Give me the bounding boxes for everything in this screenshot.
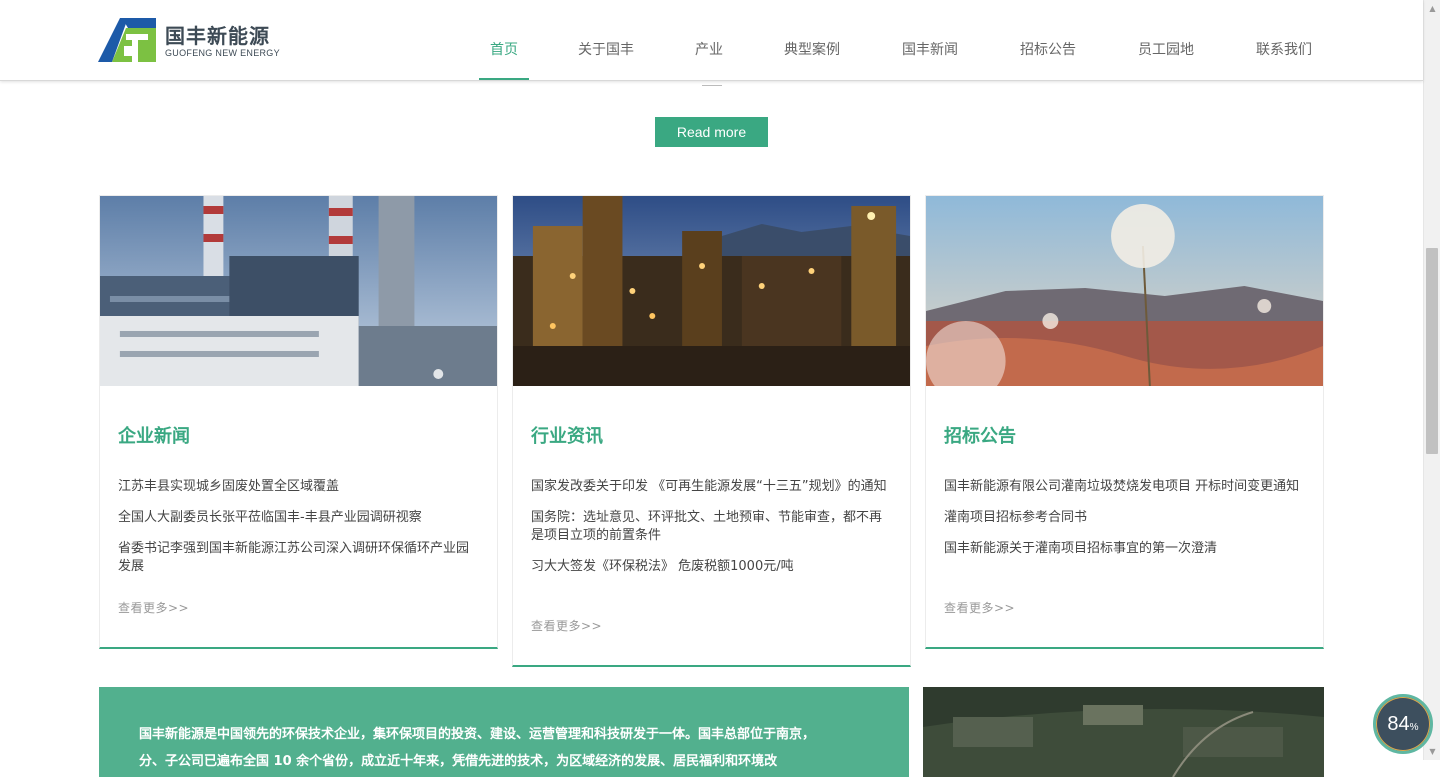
news-item[interactable]: 江苏丰县实现城乡固废处置全区域覆盖 [118, 478, 480, 496]
nav-about[interactable]: 关于国丰 [566, 0, 646, 80]
page-scrollbar[interactable]: ▲ ▼ [1423, 0, 1440, 760]
scroll-down-arrow-icon[interactable]: ▼ [1424, 743, 1440, 760]
news-item[interactable]: 习大大签发《环保税法》 危废税额1000元/吨 [531, 558, 893, 576]
news-item[interactable]: 全国人大副委员长张平莅临国丰-丰县产业园调研视察 [118, 509, 480, 527]
read-more-button[interactable]: Read more [655, 117, 768, 147]
dandelion-image[interactable] [926, 196, 1323, 386]
scroll-up-arrow-icon[interactable]: ▲ [1424, 0, 1440, 17]
more-link[interactable]: 查看更多>> [531, 617, 602, 634]
more-link[interactable]: 查看更多>> [118, 599, 189, 616]
nav-industry[interactable]: 产业 [684, 0, 734, 80]
scrollbar-thumb[interactable] [1426, 248, 1438, 454]
news-item[interactable]: 国家发改委关于印发 《可再生能源发展“十三五”规划》的通知 [531, 478, 893, 496]
news-list: 江苏丰县实现城乡固废处置全区域覆盖 全国人大副委员长张平莅临国丰-丰县产业园调研… [118, 478, 480, 589]
nav-staff[interactable]: 员工园地 [1126, 0, 1206, 80]
speed-value: 84 [1387, 713, 1410, 735]
plant-aerial-image [923, 687, 1324, 777]
card-title[interactable]: 企业新闻 [118, 422, 190, 448]
nav-home[interactable]: 首页 [479, 0, 529, 80]
site-header: 国丰新能源 GUOFENG NEW ENERGY 首页 关于国丰 产业 典型案例… [0, 0, 1423, 81]
nav-news[interactable]: 国丰新闻 [890, 0, 970, 80]
news-item[interactable]: 国务院：选址意见、环评批文、土地预审、节能审查，都不再是项目立项的前置条件 [531, 509, 893, 545]
news-item[interactable]: 灌南项目招标参考合同书 [944, 509, 1306, 527]
news-card-company: 企业新闻 江苏丰县实现城乡固废处置全区域覆盖 全国人大副委员长张平莅临国丰-丰县… [99, 195, 498, 649]
news-card-industry: 行业资讯 国家发改委关于印发 《可再生能源发展“十三五”规划》的通知 国务院：选… [512, 195, 911, 667]
news-list: 国家发改委关于印发 《可再生能源发展“十三五”规划》的通知 国务院：选址意见、环… [531, 478, 893, 589]
speed-badge[interactable]: 84% [1373, 694, 1433, 754]
more-link[interactable]: 查看更多>> [944, 599, 1015, 616]
card-title[interactable]: 招标公告 [944, 422, 1016, 448]
industrial-night-image[interactable] [513, 196, 910, 386]
news-item[interactable]: 国丰新能源有限公司灌南垃圾焚烧发电项目 开标时间变更通知 [944, 478, 1306, 496]
card-title[interactable]: 行业资讯 [531, 422, 603, 448]
nav-tenders[interactable]: 招标公告 [1008, 0, 1088, 80]
about-section: 国丰新能源是中国领先的环保技术企业，集环保项目的投资、建设、运营管理和科技研发于… [99, 687, 909, 777]
news-list: 国丰新能源有限公司灌南垃圾焚烧发电项目 开标时间变更通知 灌南项目招标参考合同书… [944, 478, 1306, 571]
divider-line [702, 85, 722, 86]
logo-english-name: GUOFENG NEW ENERGY [165, 48, 280, 58]
logo-chinese-name: 国丰新能源 [165, 24, 270, 48]
power-plant-image[interactable] [100, 196, 497, 386]
about-text: 国丰新能源是中国领先的环保技术企业，集环保项目的投资、建设、运营管理和科技研发于… [139, 727, 816, 769]
guofeng-logo-icon [98, 18, 156, 62]
news-item[interactable]: 国丰新能源关于灌南项目招标事宜的第一次澄清 [944, 540, 1306, 558]
news-card-tenders: 招标公告 国丰新能源有限公司灌南垃圾焚烧发电项目 开标时间变更通知 灌南项目招标… [925, 195, 1324, 649]
nav-contact[interactable]: 联系我们 [1244, 0, 1324, 80]
speed-unit: % [1409, 722, 1419, 733]
site-logo[interactable]: 国丰新能源 GUOFENG NEW ENERGY [98, 16, 288, 64]
news-item[interactable]: 省委书记李强到国丰新能源江苏公司深入调研环保循环产业园发展 [118, 540, 480, 576]
nav-cases[interactable]: 典型案例 [772, 0, 852, 80]
